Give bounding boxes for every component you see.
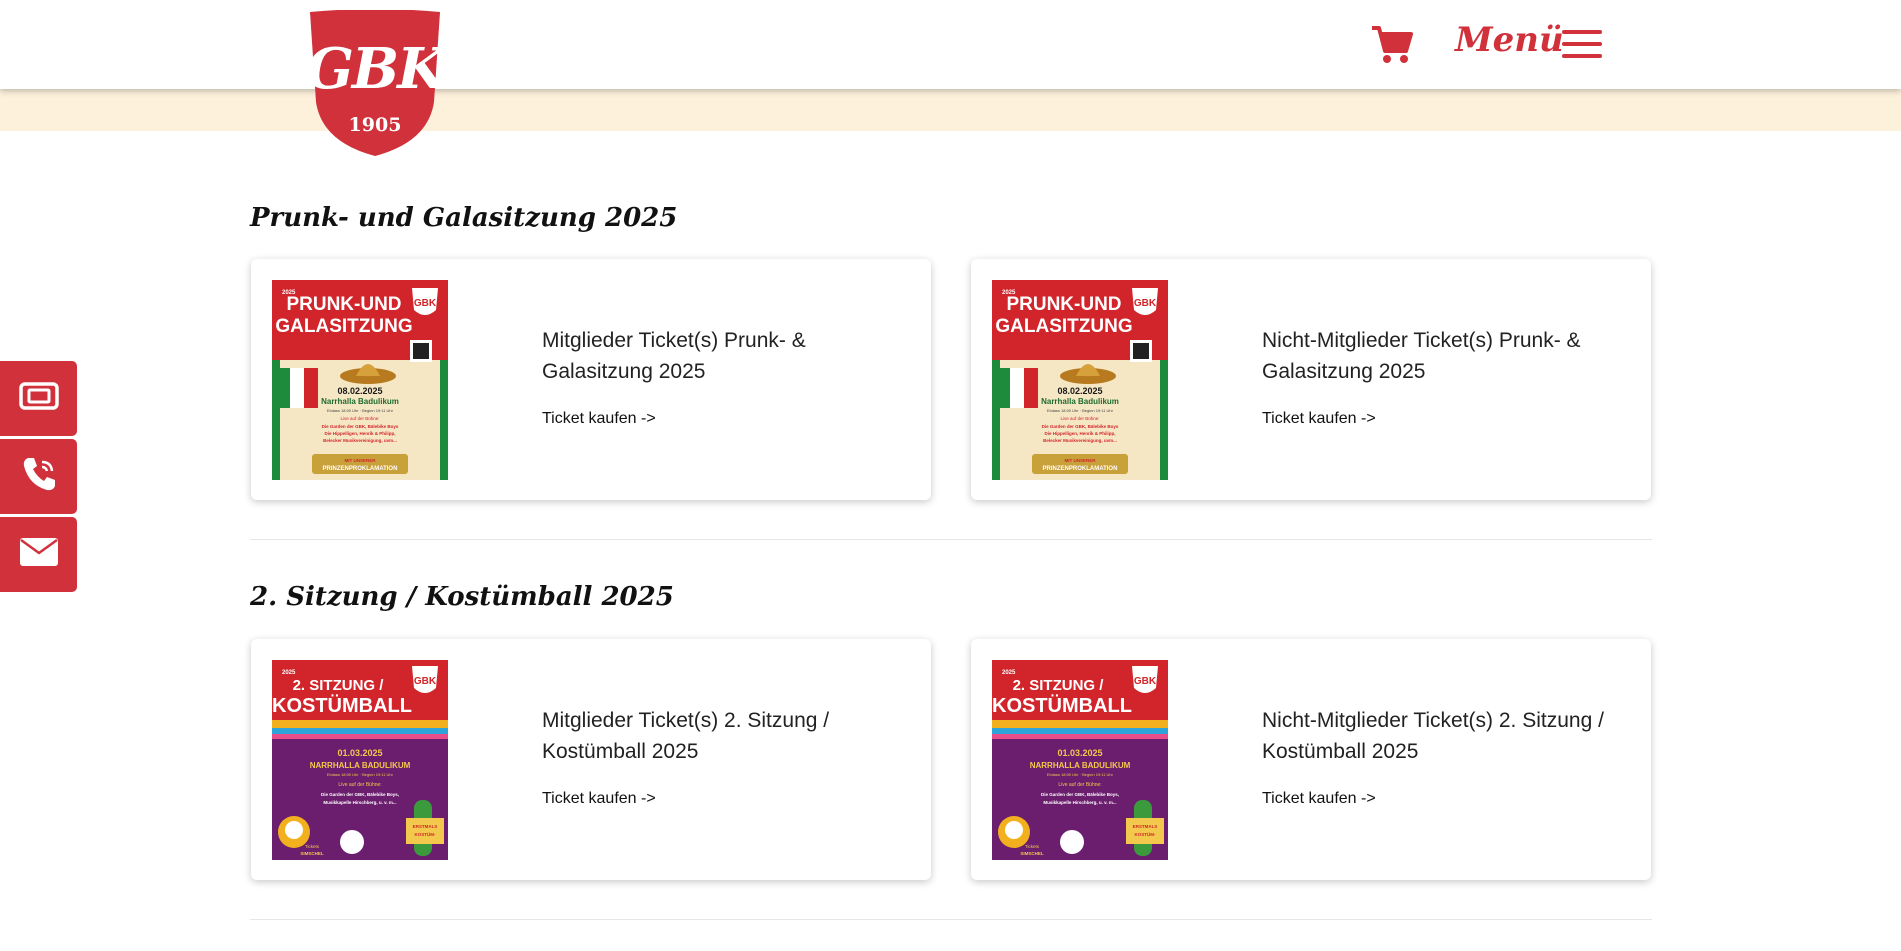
svg-text:GALASITZUNG: GALASITZUNG: [995, 316, 1132, 337]
section-title-kostuemball: 2. Sitzung / Kostümball 2025: [250, 582, 674, 612]
ticket-card-nonmember-kostuemball[interactable]: GBK 2025 2. SITZUNG / KOSTÜMBALL 01.03.2…: [971, 639, 1651, 880]
svg-text:Die Garden der GBK, Bälebike B: Die Garden der GBK, Bälebike Boys: [322, 424, 399, 429]
svg-text:Belecker Musikvereinigung, uvm: Belecker Musikvereinigung, uvm...: [323, 438, 397, 443]
phone-icon: [19, 454, 59, 499]
svg-text:KOSTÜMBALL: KOSTÜMBALL: [272, 694, 412, 717]
cart-icon[interactable]: [1370, 22, 1414, 66]
section-divider: [250, 919, 1652, 920]
svg-text:PRINZENPROKLAMATION: PRINZENPROKLAMATION: [1043, 466, 1118, 472]
section-divider: [250, 539, 1652, 540]
svg-text:KOSTÜM-: KOSTÜM-: [415, 831, 436, 837]
ticket-icon: [18, 381, 59, 416]
hamburger-menu-icon[interactable]: [1562, 30, 1602, 60]
section-title-prunk: Prunk- und Galasitzung 2025: [250, 203, 678, 233]
svg-text:Die Garden der GBK, Bälebike B: Die Garden der GBK, Bälebike Boys,: [1041, 792, 1119, 797]
svg-text:Tickets: Tickets: [305, 844, 320, 849]
svg-text:PRUNK-UND: PRUNK-UND: [286, 294, 401, 315]
svg-text:SIMSCHEL: SIMSCHEL: [300, 851, 324, 856]
ticket-card-member-prunk[interactable]: GBK 2025 PRUNK-UND GALASITZUNG 08.02.202…: [251, 259, 931, 500]
svg-text:Einlass 18:00 Uhr · Beginn 19:: Einlass 18:00 Uhr · Beginn 19:11 Uhr: [327, 408, 394, 413]
svg-text:Live auf der Bühne:: Live auf der Bühne:: [340, 416, 379, 421]
svg-text:08.02.2025: 08.02.2025: [1057, 386, 1102, 396]
ticket-title[interactable]: Nicht-Mitglieder Ticket(s) Prunk- & Gala…: [1262, 325, 1622, 387]
svg-text:NARRHALLA BADULIKUM: NARRHALLA BADULIKUM: [1030, 761, 1131, 770]
svg-text:KOSTÜMBALL: KOSTÜMBALL: [992, 694, 1132, 717]
site-header: [0, 0, 1901, 89]
svg-text:KOSTÜM-: KOSTÜM-: [1135, 831, 1156, 837]
svg-text:PRINZENPROKLAMATION: PRINZENPROKLAMATION: [323, 466, 398, 472]
svg-text:Narrhalla Badulikum: Narrhalla Badulikum: [1041, 397, 1119, 406]
ticket-card-member-kostuemball[interactable]: GBK 2025 2. SITZUNG / KOSTÜMBALL 01.03.2…: [251, 639, 931, 880]
gbk-logo[interactable]: GBK 1905: [306, 10, 446, 158]
svg-text:Live auf der Bühne:: Live auf der Bühne:: [1060, 416, 1099, 421]
event-poster-prunk: GBK 2025 PRUNK-UND GALASITZUNG 08.02.202…: [272, 280, 448, 480]
svg-text:Narrhalla Badulikum: Narrhalla Badulikum: [321, 397, 399, 406]
event-poster-kostuemball: GBK 2025 2. SITZUNG / KOSTÜMBALL 01.03.2…: [992, 660, 1168, 860]
svg-text:Einlass 18:00 Uhr · Beginn 19:: Einlass 18:00 Uhr · Beginn 19:11 Uhr: [1047, 408, 1114, 413]
side-mail-button[interactable]: [0, 517, 77, 592]
ticket-title[interactable]: Nicht-Mitglieder Ticket(s) 2. Sitzung / …: [1262, 705, 1622, 767]
ticket-title[interactable]: Mitglieder Ticket(s) Prunk- & Galasitzun…: [542, 325, 902, 387]
side-phone-button[interactable]: [0, 439, 77, 514]
svg-text:GBK: GBK: [414, 676, 437, 687]
svg-text:01.03.2025: 01.03.2025: [1057, 748, 1102, 758]
svg-text:SIMSCHEL: SIMSCHEL: [1020, 851, 1044, 856]
svg-text:Die Hippelligen, Henrik & Phil: Die Hippelligen, Henrik & Philipp,: [324, 431, 395, 436]
svg-text:01.03.2025: 01.03.2025: [337, 748, 382, 758]
event-poster-kostuemball: GBK 2025 2. SITZUNG / KOSTÜMBALL 01.03.2…: [272, 660, 448, 860]
svg-text:Die Garden der GBK, Bälebike B: Die Garden der GBK, Bälebike Boys,: [321, 792, 399, 797]
ticket-card-nonmember-prunk[interactable]: GBK 2025 PRUNK-UND GALASITZUNG 08.02.202…: [971, 259, 1651, 500]
svg-text:Tickets: Tickets: [1025, 844, 1040, 849]
svg-text:MIT UNSERER: MIT UNSERER: [344, 458, 376, 463]
buy-ticket-link[interactable]: Ticket kaufen ->: [542, 410, 656, 428]
logo-year: 1905: [348, 114, 402, 136]
event-poster-prunk: GBK 2025 PRUNK-UND GALASITZUNG 08.02.202…: [992, 280, 1168, 480]
svg-text:Musikkapelle Hirschberg, u. v.: Musikkapelle Hirschberg, u. v. m...: [1043, 800, 1116, 805]
svg-text:Einlass 18:00 Uhr · Beginn 19:: Einlass 18:00 Uhr · Beginn 19:11 Uhr: [1047, 772, 1114, 777]
svg-text:Einlass 18:00 Uhr · Beginn 19:: Einlass 18:00 Uhr · Beginn 19:11 Uhr: [327, 772, 394, 777]
svg-text:08.02.2025: 08.02.2025: [337, 386, 382, 396]
svg-text:2. SITZUNG /: 2. SITZUNG /: [293, 677, 385, 694]
svg-text:Live auf der Bühne:: Live auf der Bühne:: [1058, 782, 1101, 788]
svg-text:GBK: GBK: [414, 298, 437, 309]
svg-text:GBK: GBK: [1134, 298, 1157, 309]
svg-text:GBK: GBK: [1134, 676, 1157, 687]
svg-text:GALASITZUNG: GALASITZUNG: [275, 316, 412, 337]
side-ticket-button[interactable]: [0, 361, 77, 436]
svg-text:NARRHALLA BADULIKUM: NARRHALLA BADULIKUM: [310, 761, 411, 770]
svg-text:ERSTMALS: ERSTMALS: [413, 824, 438, 829]
svg-text:PRUNK-UND: PRUNK-UND: [1006, 294, 1121, 315]
svg-text:MIT UNSERER: MIT UNSERER: [1064, 458, 1096, 463]
svg-text:Die Garden der GBK, Bälebike B: Die Garden der GBK, Bälebike Boys: [1042, 424, 1119, 429]
svg-text:2025: 2025: [282, 670, 296, 676]
svg-text:2025: 2025: [1002, 670, 1016, 676]
svg-text:Die Hippelligen, Henrik & Phil: Die Hippelligen, Henrik & Philipp,: [1044, 431, 1115, 436]
svg-text:Live auf der Bühne:: Live auf der Bühne:: [338, 782, 381, 788]
svg-text:2. SITZUNG /: 2. SITZUNG /: [1013, 677, 1105, 694]
buy-ticket-link[interactable]: Ticket kaufen ->: [1262, 410, 1376, 428]
ticket-title[interactable]: Mitglieder Ticket(s) 2. Sitzung / Kostüm…: [542, 705, 902, 767]
svg-text:Belecker Musikvereinigung, uvm: Belecker Musikvereinigung, uvm...: [1043, 438, 1117, 443]
logo-wordmark: GBK: [306, 36, 446, 102]
svg-text:Musikkapelle Hirschberg, u. v.: Musikkapelle Hirschberg, u. v. m...: [323, 800, 396, 805]
buy-ticket-link[interactable]: Ticket kaufen ->: [542, 790, 656, 808]
svg-text:ERSTMALS: ERSTMALS: [1133, 824, 1158, 829]
header-accent-strip: [0, 89, 1901, 131]
menu-label[interactable]: Menü: [1455, 20, 1564, 60]
buy-ticket-link[interactable]: Ticket kaufen ->: [1262, 790, 1376, 808]
mail-icon: [19, 537, 59, 572]
